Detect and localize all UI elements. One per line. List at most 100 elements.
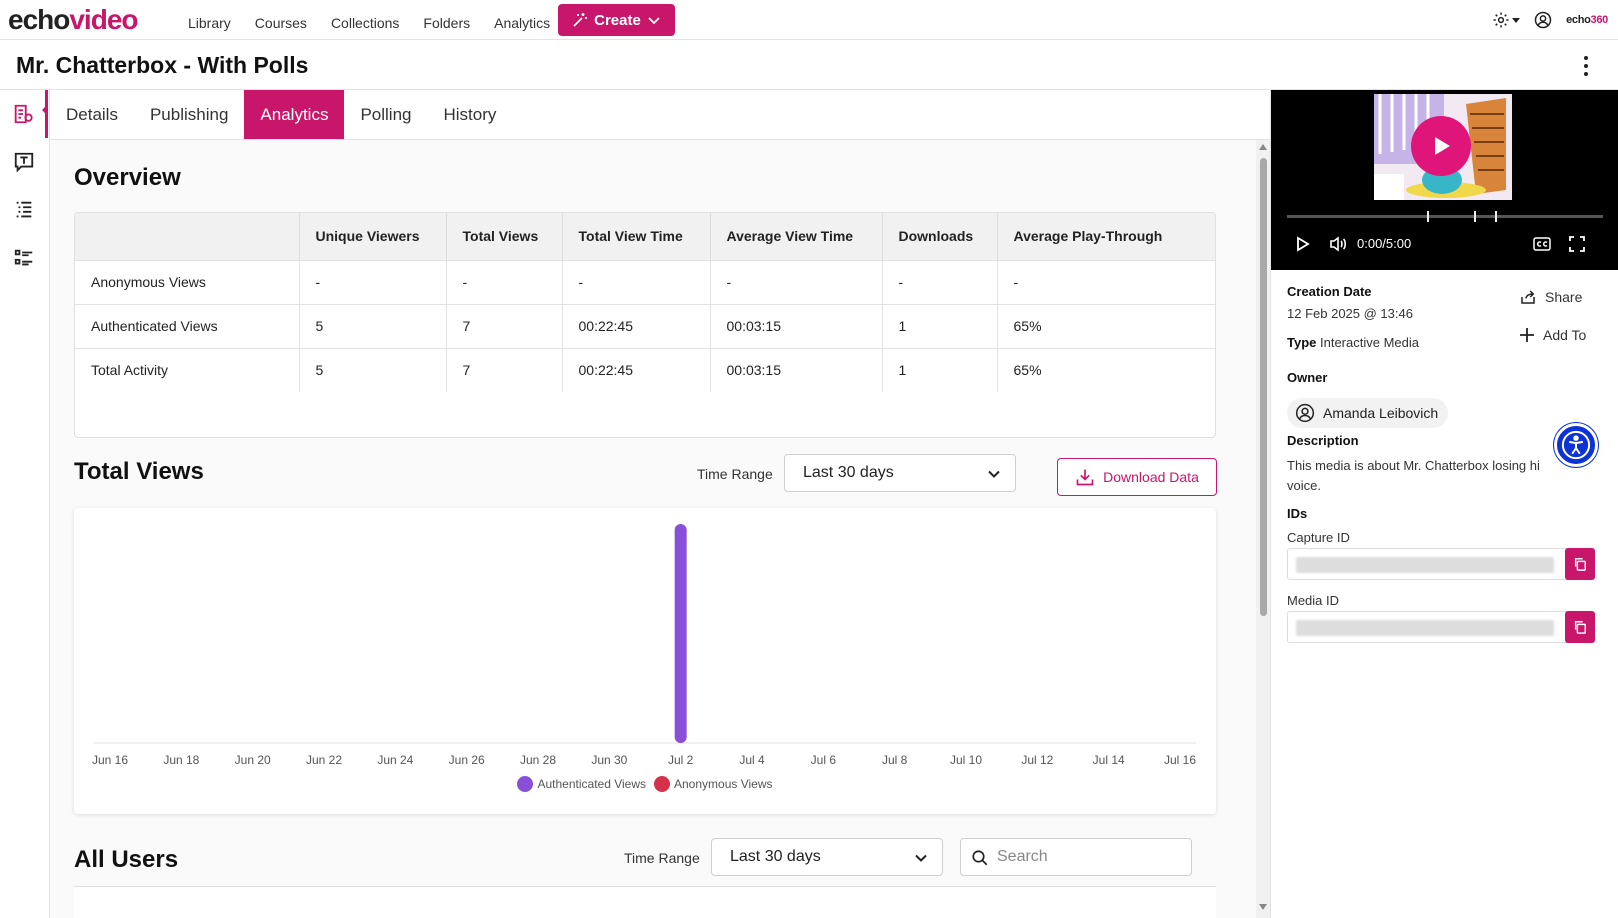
users-time-range-label: Time Range xyxy=(624,850,700,866)
copy-icon xyxy=(1574,621,1586,634)
download-icon xyxy=(1076,469,1094,486)
overview-heading: Overview xyxy=(74,164,181,191)
users-time-range-value: Last 30 days xyxy=(730,848,821,865)
table-cell: 00:03:15 xyxy=(709,347,882,392)
add-to-button[interactable]: Add To xyxy=(1519,327,1586,343)
x-tick-label: Jul 8 xyxy=(882,753,908,767)
user-account-icon[interactable] xyxy=(1534,11,1552,29)
column-header: Unique Viewers xyxy=(298,213,446,260)
tab-history[interactable]: History xyxy=(428,90,513,139)
scrollbar-thumb[interactable] xyxy=(1260,158,1267,616)
x-tick-label: Jun 26 xyxy=(449,753,485,767)
table-cell: Total Activity xyxy=(75,347,299,392)
time-range-select[interactable]: Last 30 days xyxy=(784,454,1016,492)
table-cell: - xyxy=(996,259,1215,304)
table-cell: 1 xyxy=(881,303,997,348)
all-users-table xyxy=(74,886,1216,918)
column-header: Average View Time xyxy=(709,213,882,260)
download-data-button[interactable]: Download Data xyxy=(1057,458,1217,496)
echovideo-logo[interactable]: echovideo xyxy=(8,4,139,36)
volume-button[interactable] xyxy=(1329,236,1347,252)
table-cell: 1 xyxy=(881,347,997,392)
fullscreen-button[interactable] xyxy=(1569,236,1585,252)
add-to-label: Add To xyxy=(1543,327,1587,343)
tab-polling[interactable]: Polling xyxy=(344,90,427,139)
x-tick-label: Jul 4 xyxy=(739,753,765,767)
users-time-range-select[interactable]: Last 30 days xyxy=(711,838,943,876)
description-label: Description xyxy=(1287,433,1359,448)
nav-analytics[interactable]: Analytics xyxy=(494,0,550,40)
video-player: 0:00/5:00 xyxy=(1271,90,1618,270)
poll-marker[interactable] xyxy=(1474,211,1476,222)
accessibility-widget-button[interactable] xyxy=(1554,423,1598,467)
owner-label: Owner xyxy=(1287,370,1328,385)
tab-publishing[interactable]: Publishing xyxy=(134,90,244,139)
x-tick-label: Jul 14 xyxy=(1093,753,1125,767)
nav-courses[interactable]: Courses xyxy=(255,0,307,40)
accessibility-icon xyxy=(1561,430,1591,460)
rail-checklist[interactable] xyxy=(0,234,48,282)
nav-collections[interactable]: Collections xyxy=(331,0,399,40)
echo360-logo: echo360 xyxy=(1566,14,1608,26)
rail-media-details[interactable] xyxy=(0,90,48,138)
table-cell: 7 xyxy=(445,303,562,348)
tab-analytics[interactable]: Analytics xyxy=(244,90,345,139)
fullscreen-icon xyxy=(1569,236,1585,252)
more-options-icon[interactable] xyxy=(1576,56,1596,76)
table-cell: 7 xyxy=(445,347,562,392)
share-button[interactable]: Share xyxy=(1519,288,1582,306)
copy-media-id-button[interactable] xyxy=(1565,611,1595,643)
volume-icon xyxy=(1330,236,1347,252)
play-icon xyxy=(1297,236,1310,252)
users-search-input[interactable]: Search xyxy=(960,838,1192,876)
scroll-down-arrow[interactable] xyxy=(1259,904,1267,910)
rail-outline[interactable] xyxy=(0,186,48,234)
x-tick-label: Jun 22 xyxy=(306,753,342,767)
share-label: Share xyxy=(1545,289,1583,305)
legend-anonymous-views[interactable]: Anonymous Views xyxy=(654,776,773,792)
main-nav: Library Courses Collections Folders Anal… xyxy=(188,0,574,40)
table-cell: - xyxy=(298,259,446,304)
top-right-controls: echo360 xyxy=(1492,8,1608,32)
copy-capture-id-button[interactable] xyxy=(1565,548,1595,580)
plus-icon xyxy=(1520,328,1534,342)
type-label: Type xyxy=(1287,335,1317,350)
settings-menu[interactable] xyxy=(1492,11,1521,29)
x-tick-label: Jul 10 xyxy=(950,753,982,767)
creation-date-value: 12 Feb 2025 @ 13:46 xyxy=(1287,306,1413,321)
capture-id-field[interactable] xyxy=(1287,548,1577,580)
tab-details[interactable]: Details xyxy=(50,90,134,139)
nav-folders[interactable]: Folders xyxy=(423,0,470,40)
transcript-icon xyxy=(14,152,34,173)
poll-marker[interactable] xyxy=(1427,211,1429,222)
x-tick-label: Jul 2 xyxy=(668,753,694,767)
overview-table: Unique Viewers Total Views Total View Ti… xyxy=(75,213,1215,392)
media-side-panel: 0:00/5:00 Creation Date 12 Feb 2025 @ 13… xyxy=(1270,90,1618,918)
media-id-field[interactable] xyxy=(1287,611,1577,643)
column-header: Total Views xyxy=(445,213,562,260)
magic-wand-icon xyxy=(573,13,588,27)
table-cell: 00:22:45 xyxy=(561,303,710,348)
analytics-panel: Overview Unique Viewers Total Views Tota… xyxy=(50,140,1270,918)
time-range-label: Time Range xyxy=(697,466,773,482)
creation-date-label: Creation Date xyxy=(1287,284,1372,299)
play-overlay-button[interactable] xyxy=(1411,116,1471,176)
table-row: Authenticated Views 5 7 00:22:45 00:03:1… xyxy=(75,303,1215,348)
owner-chip[interactable]: Amanda Leibovich xyxy=(1287,398,1449,428)
seek-bar[interactable] xyxy=(1287,211,1603,222)
legend-authenticated-views[interactable]: Authenticated Views xyxy=(517,776,646,792)
playback-time: 0:00/5:00 xyxy=(1357,236,1412,251)
poll-marker[interactable] xyxy=(1495,211,1497,222)
video-thumbnail[interactable] xyxy=(1374,94,1512,200)
nav-library[interactable]: Library xyxy=(188,0,231,40)
scroll-up-arrow[interactable] xyxy=(1259,144,1267,150)
x-tick-label: Jun 24 xyxy=(377,753,413,767)
media-tabs: Details Publishing Analytics Polling His… xyxy=(50,90,1270,140)
capture-id-label: Capture ID xyxy=(1287,530,1350,545)
all-users-heading: All Users xyxy=(74,846,179,873)
chart-bar[interactable] xyxy=(674,524,687,743)
captions-button[interactable] xyxy=(1533,236,1551,252)
create-button[interactable]: Create xyxy=(558,4,675,36)
rail-transcript[interactable] xyxy=(0,138,48,186)
play-button[interactable] xyxy=(1295,236,1311,252)
